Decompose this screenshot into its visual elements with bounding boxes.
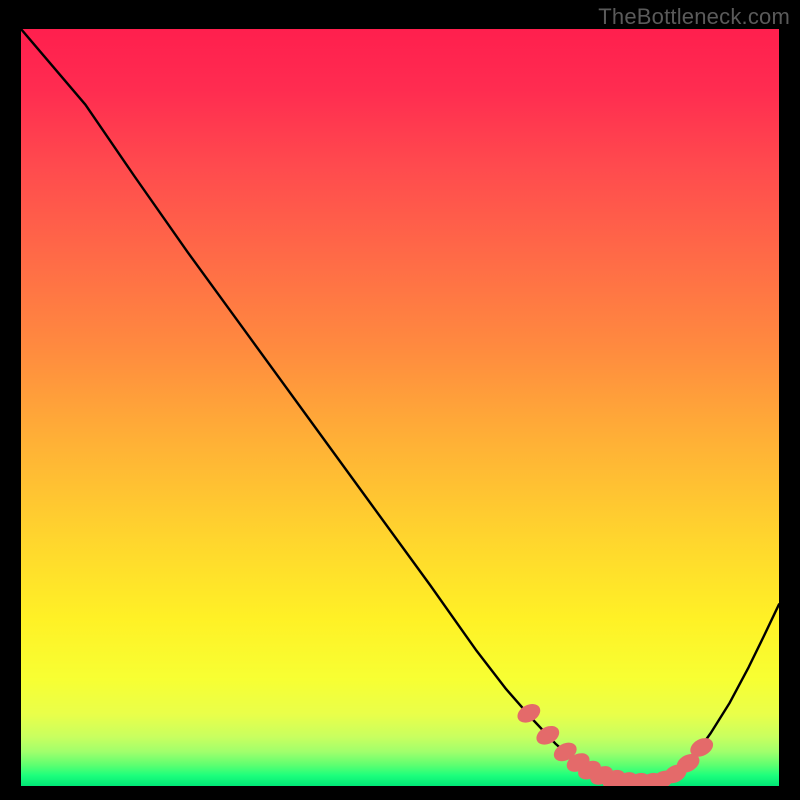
watermark-text: TheBottleneck.com — [598, 4, 790, 30]
chart-svg — [21, 29, 779, 786]
chart-background — [21, 29, 779, 786]
chart-plot-area — [21, 29, 779, 786]
chart-frame: TheBottleneck.com — [0, 0, 800, 800]
